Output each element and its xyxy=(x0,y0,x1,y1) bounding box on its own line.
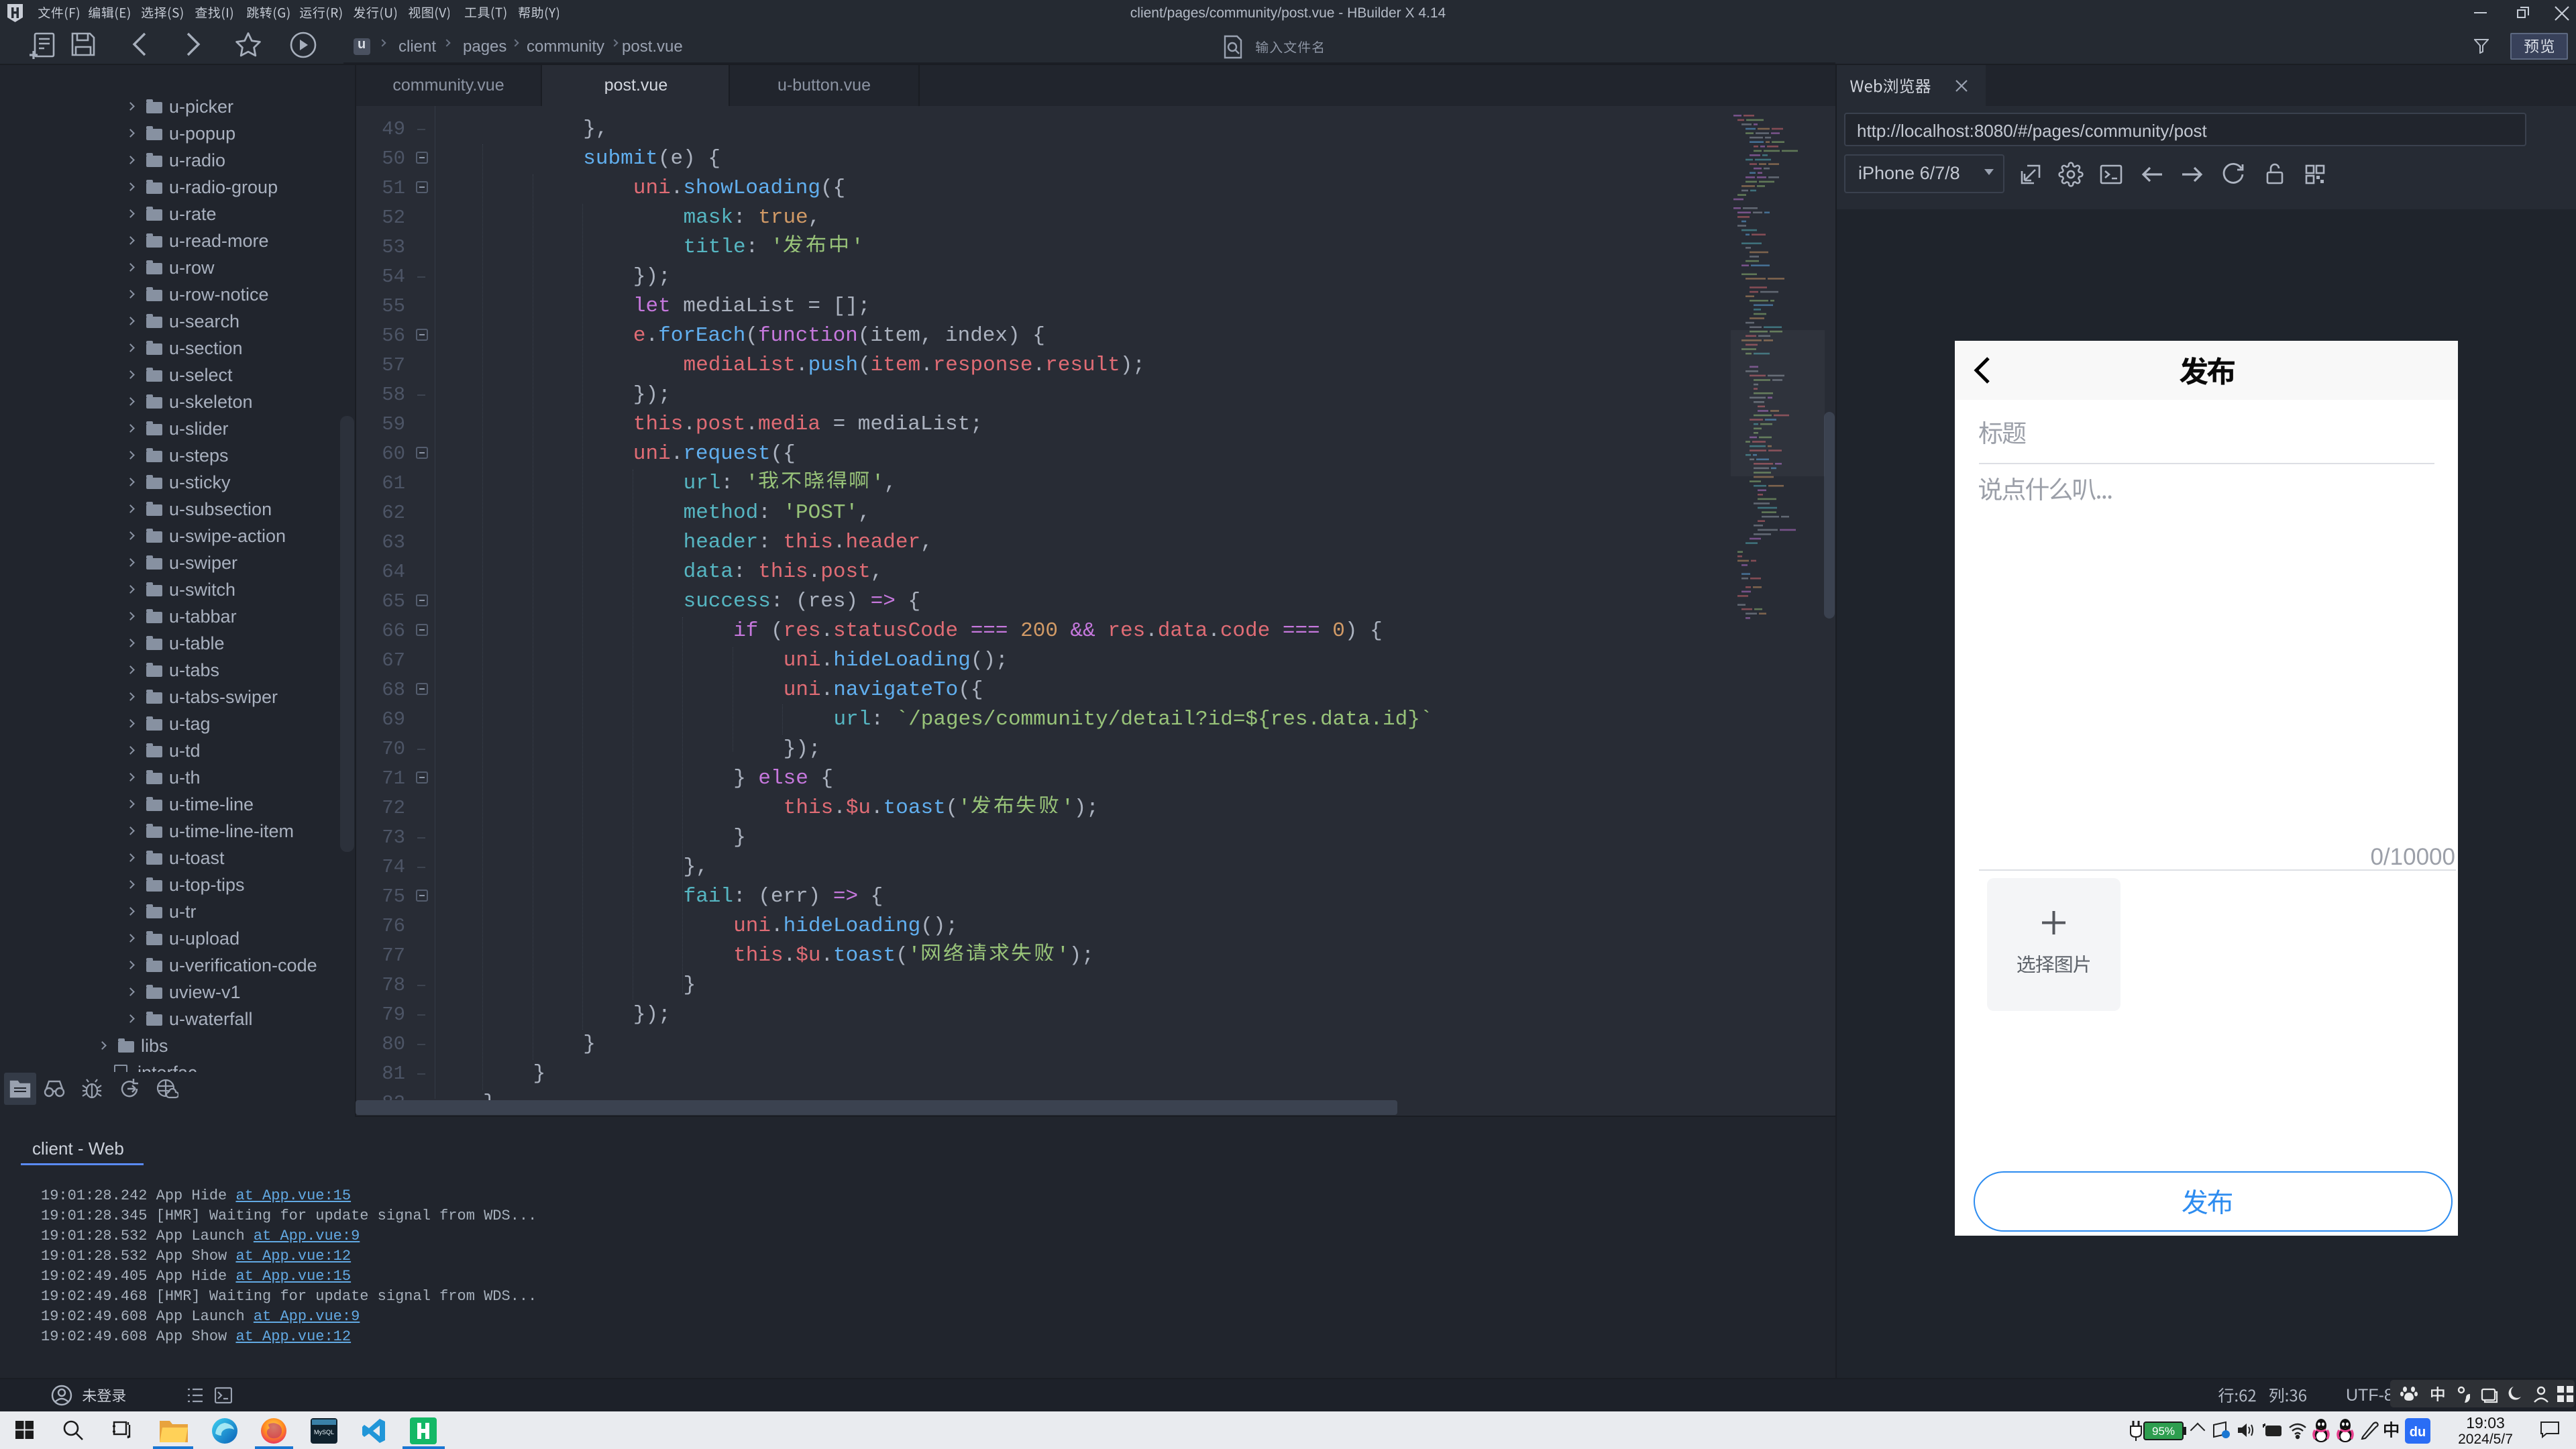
svg-text:MySQL: MySQL xyxy=(314,1429,334,1436)
svg-text:du: du xyxy=(2410,1425,2426,1440)
svg-text:95%: 95% xyxy=(2152,1425,2175,1438)
